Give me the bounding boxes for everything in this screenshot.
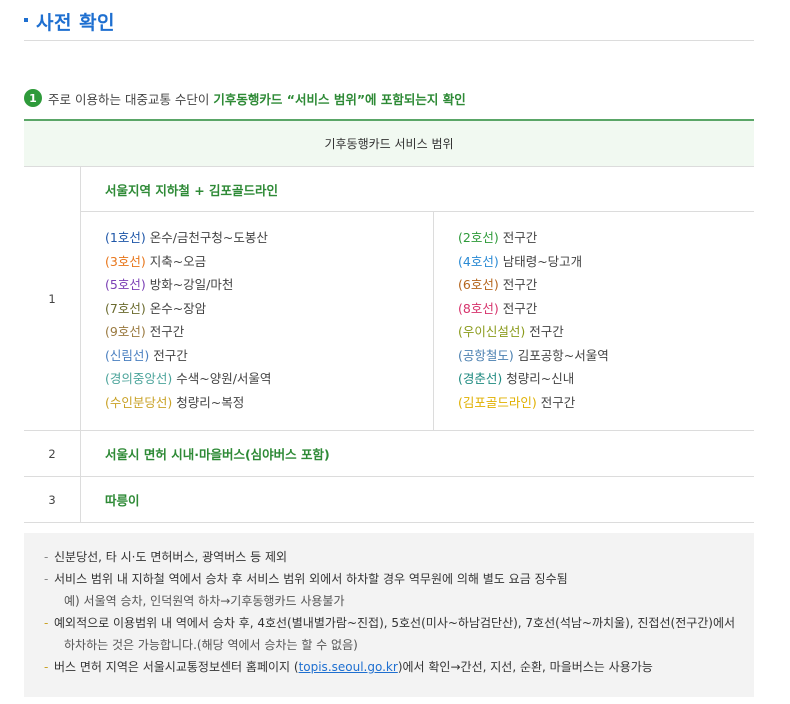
notes-list: 신분당선, 타 시·도 면허버스, 광역버스 등 제외 서비스 범위 내 지하철… xyxy=(24,533,754,678)
row-number: 1 xyxy=(24,167,81,430)
step-number-badge: 1 xyxy=(24,89,42,107)
subway-line-range: 온수/금천구청~도봉산 xyxy=(145,230,268,245)
notes-box: 신분당선, 타 시·도 면허버스, 광역버스 등 제외 서비스 범위 내 지하철… xyxy=(24,533,754,697)
service-range-table: 기후동행카드 서비스 범위 1 서울지역 지하철 + 김포골드라인 (1호선) … xyxy=(24,119,754,523)
row-body: 서울시 면허 시내·마을버스(심야버스 포함) xyxy=(81,431,754,476)
subway-line-range: 온수~장암 xyxy=(145,300,207,316)
row-body: 서울지역 지하철 + 김포골드라인 (1호선) 온수/금천구청~도봉산 (3호선)… xyxy=(81,167,754,430)
table-row: 1 서울지역 지하철 + 김포골드라인 (1호선) 온수/금천구청~도봉산 (3호… xyxy=(24,167,754,431)
row-title: 서울지역 지하철 + 김포골드라인 xyxy=(81,167,754,212)
subway-line-item: (1호선) 온수/금천구청~도봉산 xyxy=(105,227,433,251)
table-row: 2 서울시 면허 시내·마을버스(심야버스 포함) xyxy=(24,431,754,477)
subtitle-row: 1 주로 이용하는 대중교통 수단이 기후동행카드 “서비스 범위”에 포함되는… xyxy=(24,88,466,108)
note-item: 신분당선, 타 시·도 면허버스, 광역버스 등 제외 xyxy=(44,546,754,568)
subway-line-item: (6호선) 전구간 xyxy=(458,274,754,298)
subway-line-item: (8호선) 전구간 xyxy=(458,298,754,322)
subway-line-item: (신림선) 전구간 xyxy=(105,345,433,369)
page-container: 사전 확인 1 주로 이용하는 대중교통 수단이 기후동행카드 “서비스 범위”… xyxy=(24,0,754,697)
table-row: 3 따릉이 xyxy=(24,477,754,523)
topis-link[interactable]: topis.seoul.go.kr xyxy=(299,660,398,674)
subway-line-range: 전구간 xyxy=(149,347,188,363)
subway-line-range: 청량리~신내 xyxy=(502,371,575,386)
subway-line-range: 전구간 xyxy=(536,394,576,410)
row-number: 3 xyxy=(24,477,81,522)
subway-line-range: 전구간 xyxy=(498,230,538,245)
row-number: 2 xyxy=(24,431,81,476)
note-text: )에서 확인→간선, 지선, 순환, 마을버스는 사용가능 xyxy=(397,660,653,674)
subway-line-item: (수인분당선) 청량리~복정 xyxy=(105,392,433,416)
note-continuation: 하차하는 것은 가능합니다.(해당 역에서 승차는 할 수 없음) xyxy=(64,638,358,652)
subway-line-item: (우이신설선) 전구간 xyxy=(458,321,754,345)
note-item: 예외적으로 이용범위 내 역에서 승차 후, 4호선(별내별가람~진접), 5호… xyxy=(44,612,754,634)
subway-line-range: 수색~양원/서울역 xyxy=(172,371,272,386)
row-title: 따릉이 xyxy=(105,493,140,508)
subway-line-item: (경춘선) 청량리~신내 xyxy=(458,368,754,392)
subway-lines: (1호선) 온수/금천구청~도봉산 (3호선) 지축~오금 (5호선) 방화~강일/… xyxy=(81,212,754,430)
subway-lines-right-column: (2호선) 전구간 (4호선) 남태령~당고개 (6호선) 전구간 (8호선) 전구간… xyxy=(434,212,754,430)
subway-line-name: (2호선) xyxy=(458,230,499,245)
subway-line-name: (6호선) xyxy=(458,277,499,292)
row-body: 따릉이 xyxy=(81,477,754,522)
subway-line-name: (9호선) xyxy=(105,324,146,339)
subway-line-name: (3호선) xyxy=(105,253,146,269)
subway-line-name: (신림선) xyxy=(105,347,150,363)
subway-line-name: (8호선) xyxy=(458,300,499,316)
subway-line-item: (공항철도) 김포공항~서울역 xyxy=(458,345,754,369)
note-item: 서비스 범위 내 지하철 역에서 승차 후 서비스 범위 외에서 하차할 경우 … xyxy=(44,568,754,590)
subway-line-name: (공항철도) xyxy=(458,347,514,363)
subway-line-name: (수인분당선) xyxy=(105,394,173,410)
subway-line-name: (경의중앙선) xyxy=(105,371,173,386)
subway-line-name: (4호선) xyxy=(458,253,499,269)
title-bullet-icon xyxy=(24,18,28,22)
subway-line-item: (4호선) 남태령~당고개 xyxy=(458,251,754,275)
subway-line-range: 남태령~당고개 xyxy=(498,253,583,269)
row-title: 서울시 면허 시내·마을버스(심야버스 포함) xyxy=(105,447,330,462)
note-item: 버스 면허 지역은 서울시교통정보센터 홈페이지 (topis.seoul.go… xyxy=(44,656,754,678)
subway-line-name: (1호선) xyxy=(105,230,146,245)
subway-line-range: 전구간 xyxy=(525,324,564,339)
subway-line-range: 전구간 xyxy=(145,324,185,339)
title-row: 사전 확인 xyxy=(24,0,754,41)
subway-line-range: 지축~오금 xyxy=(145,253,207,269)
subway-line-range: 전구간 xyxy=(498,277,538,292)
subtitle-highlight: 기후동행카드 “서비스 범위”에 포함되는지 확인 xyxy=(213,91,466,107)
table-header: 기후동행카드 서비스 범위 xyxy=(24,121,754,167)
subway-line-item: (5호선) 방화~강일/마천 xyxy=(105,274,433,298)
subway-line-name: (김포골드라인) xyxy=(458,394,537,410)
subway-line-name: (5호선) xyxy=(105,277,146,292)
subtitle-text: 주로 이용하는 대중교통 수단이 xyxy=(48,91,210,107)
subway-line-item: (7호선) 온수~장암 xyxy=(105,298,433,322)
subway-line-range: 김포공항~서울역 xyxy=(513,347,609,363)
subway-line-item: (경의중앙선) 수색~양원/서울역 xyxy=(105,368,433,392)
subway-line-range: 방화~강일/마천 xyxy=(145,277,234,292)
subway-line-item: (9호선) 전구간 xyxy=(105,321,433,345)
note-example: 예) 서울역 승차, 인덕원역 하차→기후동행카드 사용불가 xyxy=(64,594,345,608)
subway-line-item: (김포골드라인) 전구간 xyxy=(458,392,754,416)
subway-line-name: (우이신설선) xyxy=(458,324,526,339)
subway-line-name: (경춘선) xyxy=(458,371,503,386)
subway-line-item: (3호선) 지축~오금 xyxy=(105,251,433,275)
note-text: 버스 면허 지역은 서울시교통정보센터 홈페이지 ( xyxy=(54,660,299,674)
subway-line-range: 청량리~복정 xyxy=(172,394,245,410)
subway-lines-left-column: (1호선) 온수/금천구청~도봉산 (3호선) 지축~오금 (5호선) 방화~강일/… xyxy=(81,212,434,430)
page-title: 사전 확인 xyxy=(36,12,116,34)
subway-line-name: (7호선) xyxy=(105,300,146,316)
subway-line-range: 전구간 xyxy=(498,300,538,316)
subway-line-item: (2호선) 전구간 xyxy=(458,227,754,251)
